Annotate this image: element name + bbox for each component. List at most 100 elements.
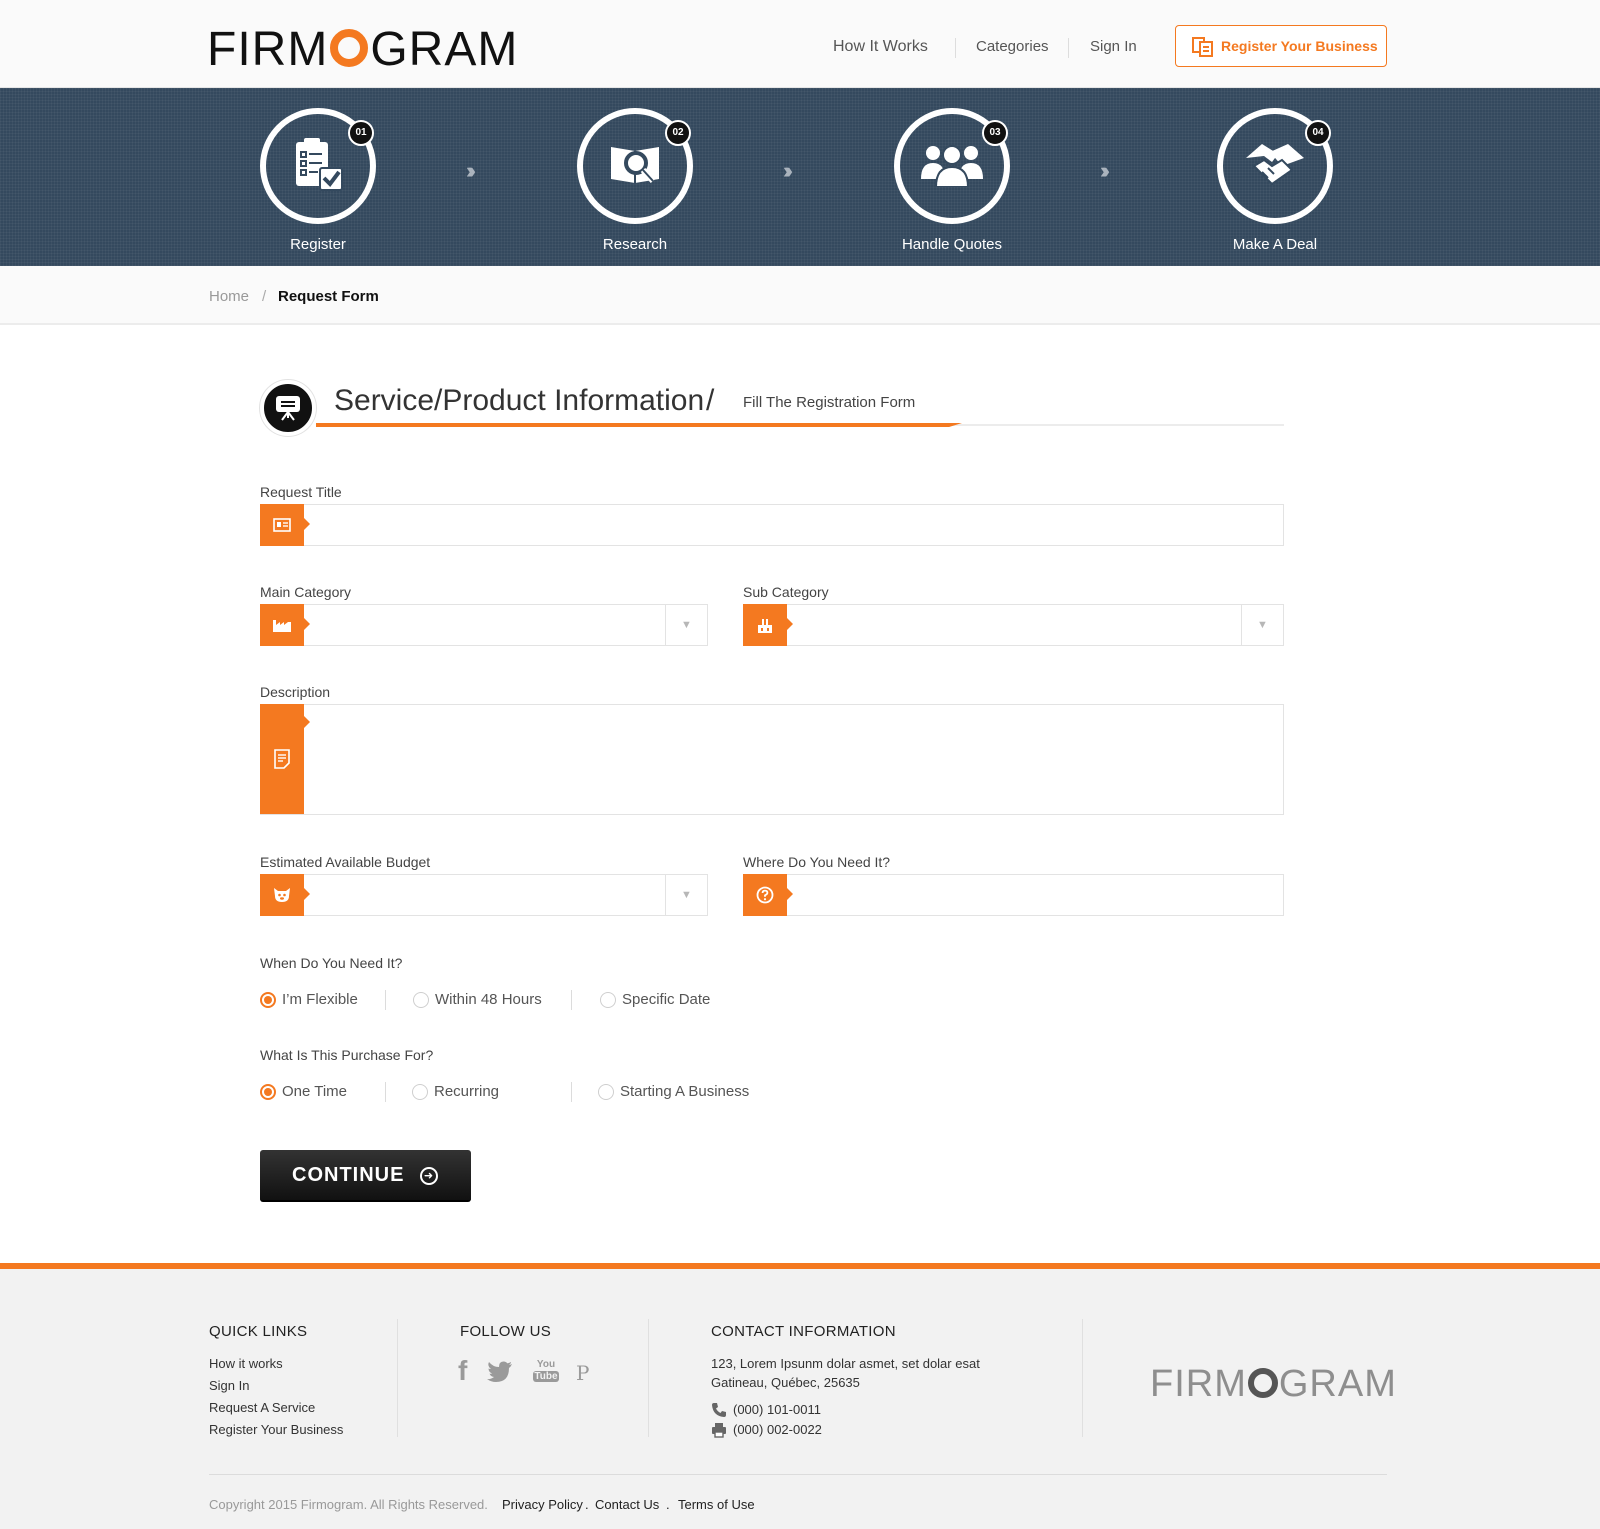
- step-label: Research: [602, 236, 668, 253]
- footer-logo-o-mark: [1247, 1368, 1278, 1398]
- site-header: FIRM GRAM How It Works Categories Sign In…: [0, 0, 1600, 88]
- footer-logo[interactable]: FIRM GRAM: [1150, 1363, 1397, 1406]
- radio-label: One Time: [282, 1083, 348, 1100]
- documents-icon: [1192, 37, 1214, 60]
- step-number: 01: [348, 120, 374, 146]
- contact-address-line2: Gatineau, Québec, 25635: [711, 1375, 860, 1390]
- fax-printer-icon: [711, 1422, 727, 1443]
- step-handle-quotes: 03 Handle Quotes: [892, 108, 1012, 253]
- request-title-input[interactable]: [260, 504, 1284, 546]
- id-card-icon: [260, 504, 310, 546]
- step-register: 01 Register: [258, 108, 378, 253]
- nav-categories[interactable]: Categories: [976, 38, 1049, 55]
- chevron-down-icon[interactable]: ▼: [1241, 605, 1283, 645]
- main-category-select[interactable]: ▼: [260, 604, 708, 646]
- register-business-button[interactable]: Register Your Business: [1175, 25, 1387, 67]
- phone-icon: [711, 1402, 727, 1423]
- group-people-icon: [919, 141, 985, 192]
- youtube-icon[interactable]: You Tube: [533, 1359, 559, 1382]
- contact-heading: CONTACT INFORMATION: [711, 1323, 896, 1340]
- radio-label: Starting A Business: [620, 1083, 750, 1100]
- contact-us-link[interactable]: Contact Us: [595, 1497, 659, 1512]
- continue-button[interactable]: CONTINUE ➜: [260, 1150, 471, 1202]
- step-label: Handle Quotes: [901, 236, 1003, 253]
- terms-of-use-link[interactable]: Terms of Use: [678, 1497, 755, 1512]
- quick-links-heading: QUICK LINKS: [209, 1323, 308, 1340]
- question-circle-icon: [743, 874, 793, 916]
- description-textarea[interactable]: [260, 704, 1284, 815]
- radio-indicator: [412, 1084, 428, 1100]
- section-subtitle: Fill The Registration Form: [743, 394, 916, 411]
- step-number: 03: [982, 120, 1008, 146]
- chevron-down-icon[interactable]: ▼: [665, 875, 707, 915]
- breadcrumb-home-link[interactable]: Home: [209, 288, 249, 305]
- presentation-icon: [260, 380, 316, 436]
- budget-label: Estimated Available Budget: [260, 854, 431, 870]
- register-business-label: Register Your Business: [1221, 38, 1378, 54]
- main-category-label: Main Category: [260, 584, 352, 600]
- arrow-circle-right-icon: ➜: [420, 1167, 438, 1185]
- chevrons-right-icon: ›››: [466, 158, 476, 183]
- footer-logo-right: GRAM: [1278, 1363, 1397, 1405]
- footer-column-divider: [648, 1319, 649, 1437]
- purpose-label: What Is This Purchase For?: [260, 1047, 434, 1063]
- nav-sign-in[interactable]: Sign In: [1090, 38, 1137, 55]
- footer-link-how-it-works[interactable]: How it works: [209, 1356, 283, 1371]
- contact-fax: (000) 002-0022: [733, 1422, 822, 1437]
- breadcrumb-separator: /: [262, 288, 267, 305]
- footer-logo-left: FIRM: [1150, 1363, 1247, 1405]
- handshake-icon: [1242, 136, 1308, 197]
- when-label: When Do You Need It?: [260, 955, 403, 971]
- book-search-icon: [607, 139, 663, 194]
- facebook-icon[interactable]: f: [458, 1355, 467, 1387]
- site-footer: QUICK LINKS How it works Sign In Request…: [0, 1269, 1600, 1529]
- footer-column-divider: [397, 1319, 398, 1437]
- step-circle: 02: [577, 108, 693, 224]
- step-circle: 03: [894, 108, 1010, 224]
- sub-category-select[interactable]: ▼: [743, 604, 1284, 646]
- step-circle: 04: [1217, 108, 1333, 224]
- step-label: Make A Deal: [1232, 236, 1318, 253]
- youtube-you-text: You: [536, 1359, 556, 1370]
- breadcrumb: Home / Request Form: [0, 266, 1600, 325]
- chevrons-right-icon: ›››: [1100, 158, 1110, 183]
- follow-us-heading: FOLLOW US: [460, 1323, 552, 1340]
- footer-link-separator: .: [585, 1497, 589, 1512]
- budget-select[interactable]: ▼: [260, 874, 708, 916]
- radio-selected-indicator: [260, 992, 276, 1008]
- twitter-icon[interactable]: [487, 1361, 513, 1388]
- where-label: Where Do You Need It?: [743, 854, 891, 870]
- breadcrumb-current: Request Form: [278, 288, 379, 305]
- clipboard-check-icon: [292, 136, 344, 197]
- privacy-policy-link[interactable]: Privacy Policy: [502, 1497, 583, 1512]
- footer-link-separator: .: [666, 1497, 670, 1512]
- request-title-label: Request Title: [260, 484, 342, 500]
- pinterest-icon[interactable]: P: [576, 1361, 589, 1385]
- nav-how-it-works[interactable]: How It Works: [833, 38, 928, 56]
- process-steps-banner: 01 Register ››› 02 Research ››› 03 Handl…: [0, 88, 1600, 266]
- logo-text-left: FIRM: [207, 23, 329, 76]
- sub-category-label: Sub Category: [743, 584, 829, 600]
- copyright-text: Copyright 2015 Firmogram. All Rights Res…: [209, 1497, 488, 1512]
- footer-link-sign-in[interactable]: Sign In: [209, 1378, 249, 1393]
- step-make-a-deal: 04 Make A Deal: [1215, 108, 1335, 253]
- radio-label: I’m Flexible: [282, 991, 358, 1008]
- factory-icon: [260, 604, 310, 646]
- radio-label: Recurring: [434, 1083, 500, 1100]
- youtube-tube-text: Tube: [533, 1371, 559, 1382]
- footer-link-register-business[interactable]: Register Your Business: [209, 1422, 343, 1437]
- footer-divider: [209, 1474, 1387, 1475]
- where-input[interactable]: [743, 874, 1284, 916]
- step-research: 02 Research: [575, 108, 695, 253]
- chevron-down-icon[interactable]: ▼: [665, 605, 707, 645]
- contact-address-line1: 123, Lorem Ipsunm dolar asmet, set dolar…: [711, 1356, 980, 1371]
- description-label: Description: [260, 684, 331, 700]
- logo-o-mark: [330, 29, 369, 67]
- radio-label: Specific Date: [622, 991, 711, 1008]
- logo[interactable]: FIRM GRAM: [207, 22, 518, 77]
- chevrons-right-icon: ›››: [783, 158, 793, 183]
- footer-link-request-service[interactable]: Request A Service: [209, 1400, 315, 1415]
- radio-divider: [571, 990, 572, 1010]
- piggy-bank-icon: [260, 874, 310, 916]
- radio-selected-indicator: [260, 1084, 276, 1100]
